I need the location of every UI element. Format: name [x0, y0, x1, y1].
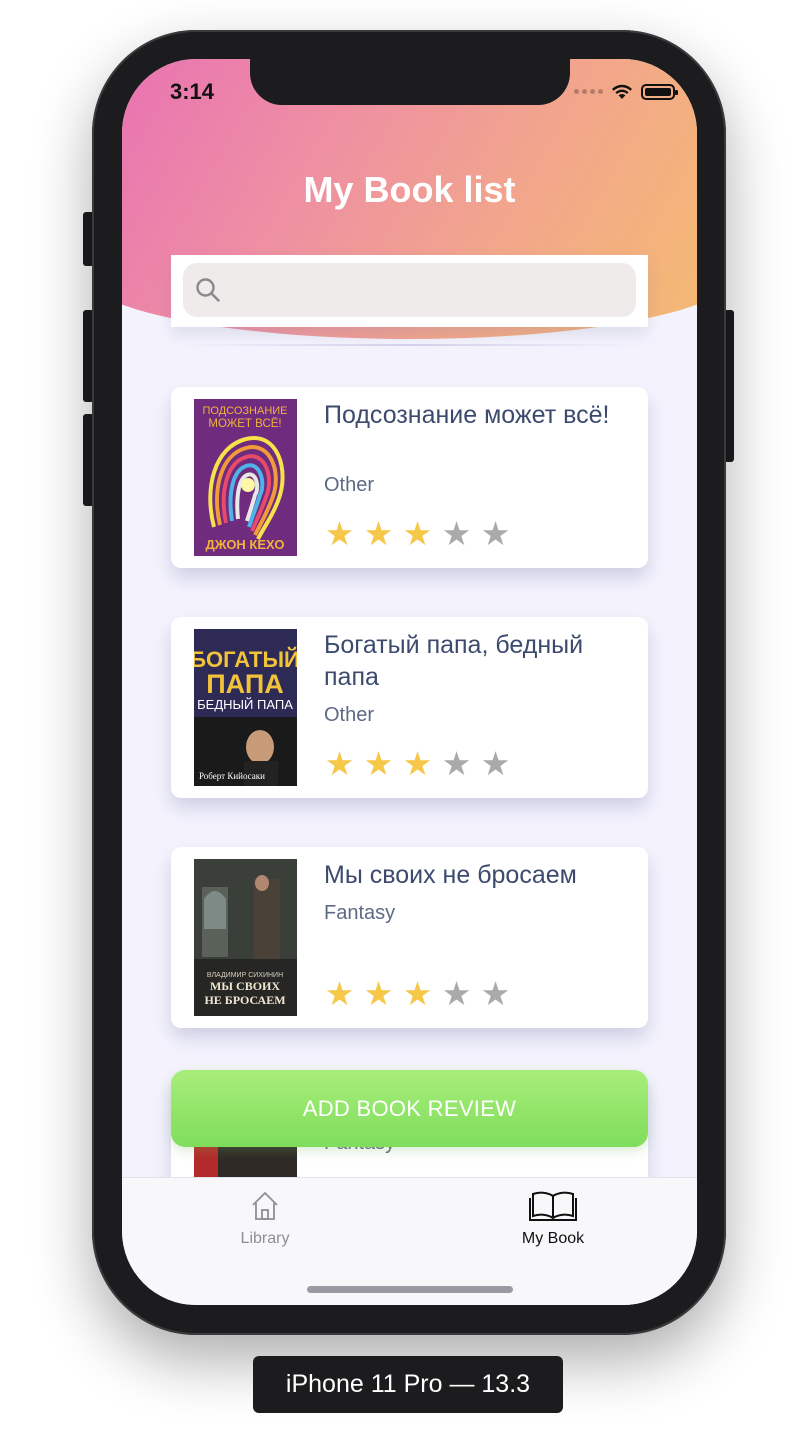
svg-text:ПОДСОЗНАНИЕ: ПОДСОЗНАНИЕ: [202, 405, 287, 417]
search-divider: [180, 344, 640, 346]
device-label: iPhone 11 Pro — 13.3: [253, 1356, 563, 1413]
svg-text:БЕДНЫЙ ПАПА: БЕДНЫЙ ПАПА: [197, 697, 293, 712]
tab-bar: Library My Book: [122, 1177, 697, 1305]
star-empty-icon: ★: [480, 974, 511, 1013]
star-filled-icon: ★: [324, 514, 355, 553]
star-filled-icon: ★: [324, 744, 355, 783]
rating-stars: ★ ★ ★ ★ ★: [323, 977, 512, 1010]
app-screen: 3:14 My Book list ПОДСОЗНАНИЕ МОЖЕТ ВСЁ!…: [122, 59, 697, 1305]
svg-text:ПАПА: ПАПА: [206, 669, 283, 699]
book-cover: БОГАТЫЙ ПАПА БЕДНЫЙ ПАПА Роберт Кийосаки: [194, 629, 297, 786]
add-book-review-button[interactable]: ADD BOOK REVIEW: [171, 1070, 648, 1147]
star-empty-icon: ★: [480, 744, 511, 783]
book-genre: Other: [324, 474, 375, 496]
home-icon: [252, 1192, 278, 1220]
star-filled-icon: ★: [363, 744, 394, 783]
book-cover: ПОДСОЗНАНИЕ МОЖЕТ ВСЁ! ДЖОН КЕХО: [194, 399, 297, 556]
star-empty-icon: ★: [441, 744, 472, 783]
home-indicator: [307, 1286, 513, 1293]
book-genre: Fantasy: [324, 902, 396, 924]
svg-text:МЫ СВОИХ: МЫ СВОИХ: [210, 979, 280, 993]
star-empty-icon: ★: [441, 974, 472, 1013]
open-book-icon: [529, 1191, 577, 1221]
search-bar: [171, 255, 648, 327]
notch: [250, 59, 570, 105]
svg-text:ДЖОН КЕХО: ДЖОН КЕХО: [205, 537, 284, 552]
battery-icon: [641, 83, 678, 100]
search-input[interactable]: [231, 279, 611, 301]
rating-stars: ★ ★ ★ ★ ★: [323, 517, 512, 550]
tab-my-book-label: My Book: [521, 1230, 585, 1247]
book-cover: ВЛАДИМИР СИХИНИН МЫ СВОИХ НЕ БРОСАЕМ: [194, 859, 297, 1016]
star-filled-icon: ★: [324, 974, 355, 1013]
svg-text:НЕ БРОСАЕМ: НЕ БРОСАЕМ: [204, 993, 285, 1007]
tab-library[interactable]: Library: [195, 1190, 335, 1248]
star-filled-icon: ★: [402, 514, 433, 553]
book-card[interactable]: ВЛАДИМИР СИХИНИН МЫ СВОИХ НЕ БРОСАЕМ Мы …: [171, 847, 648, 1028]
tab-my-book[interactable]: My Book: [483, 1190, 623, 1248]
book-title: Мы своих не бросаем: [324, 861, 577, 889]
status-icons: [574, 83, 678, 100]
star-filled-icon: ★: [402, 974, 433, 1013]
page-title: My Book list: [303, 169, 516, 210]
svg-text:Роберт Кийосаки: Роберт Кийосаки: [199, 771, 265, 781]
tab-library-label: Library: [240, 1230, 290, 1247]
wifi-icon: [612, 84, 632, 99]
rating-stars: ★ ★ ★ ★ ★: [323, 747, 512, 780]
book-card[interactable]: БОГАТЫЙ ПАПА БЕДНЫЙ ПАПА Роберт Кийосаки…: [171, 617, 648, 798]
star-filled-icon: ★: [402, 744, 433, 783]
search-icon: [196, 278, 220, 302]
status-time: 3:14: [170, 79, 215, 104]
svg-text:ВЛАДИМИР СИХИНИН: ВЛАДИМИР СИХИНИН: [207, 972, 283, 979]
search-field[interactable]: [183, 263, 636, 317]
book-card[interactable]: ПОДСОЗНАНИЕ МОЖЕТ ВСЁ! ДЖОН КЕХО Подсозн…: [171, 387, 648, 568]
star-filled-icon: ★: [363, 974, 394, 1013]
svg-text:МОЖЕТ ВСЁ!: МОЖЕТ ВСЁ!: [208, 418, 281, 430]
book-title: Подсознание может всё!: [324, 401, 610, 429]
star-empty-icon: ★: [480, 514, 511, 553]
star-empty-icon: ★: [441, 514, 472, 553]
star-filled-icon: ★: [363, 514, 394, 553]
book-genre: Other: [324, 704, 375, 726]
book-title: Богатый папа, бедный папа: [324, 631, 584, 691]
signal-icon: [574, 89, 603, 94]
